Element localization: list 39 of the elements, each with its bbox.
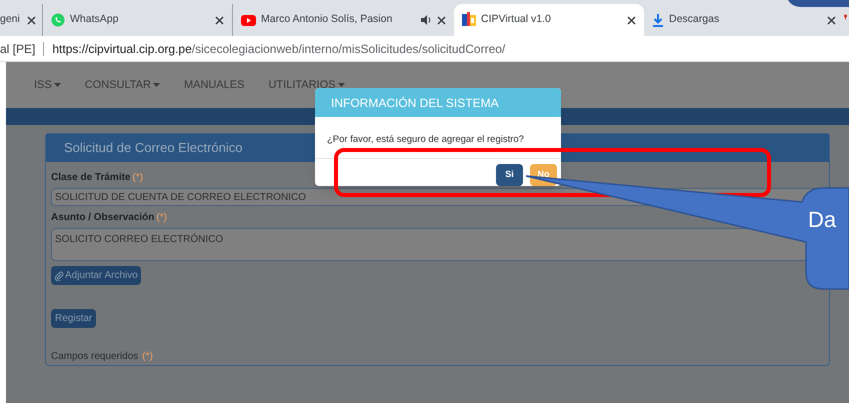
dialog-message: ¿Por favor, está seguro de agregar el registro? (327, 134, 524, 145)
register-button[interactable]: Registar (51, 309, 96, 328)
nav-menu-item[interactable]: CONSULTAR (84, 76, 160, 94)
paperclip-icon (54, 270, 64, 280)
close-icon[interactable] (215, 16, 224, 24)
close-icon[interactable] (627, 16, 636, 24)
url-text[interactable]: https://cipvirtual.cip.org.pe/sicecolegiacionweb/interno/misSolicitudes/solicitudCorreo/ (44, 40, 506, 58)
nav-menu-item[interactable]: UTILITARIOS (268, 76, 345, 94)
footer-note: Campos requeridos (51, 350, 138, 364)
nav-menu-item[interactable]: ISS (34, 76, 61, 94)
download-icon (652, 14, 664, 26)
pin-icon (844, 12, 847, 22)
tab-title: WhatsApp (70, 12, 120, 28)
dialog-title: INFORMACIÓN DEL SISTEMA (331, 94, 499, 112)
tab-title: Marco Antonio Solís, Pasion (261, 12, 394, 28)
tab-title: Descargas (669, 12, 720, 28)
browser-tab[interactable]: Descargas (644, 4, 844, 36)
tab-title: geni (0, 12, 21, 28)
logo-icon (462, 12, 476, 28)
callout-edge (788, 0, 849, 8)
close-icon[interactable] (827, 16, 836, 24)
close-icon[interactable] (27, 16, 36, 24)
required-mark: (*) (156, 211, 167, 225)
site-info-label[interactable]: al [PE] (0, 42, 44, 56)
nav-menu-item[interactable]: MANUALES (184, 76, 244, 94)
field-label: Clase de Trámite (51, 171, 130, 185)
tab-title: CIPVirtual v1.0 (481, 12, 552, 28)
required-mark: (*) (142, 350, 153, 364)
field-label: Asunto / Observación (51, 211, 154, 225)
close-icon[interactable] (437, 16, 446, 24)
speaker-icon[interactable] (421, 15, 432, 25)
browser-tab[interactable]: CIPVirtual v1.0 (454, 4, 644, 36)
confirm-button[interactable]: Si (496, 164, 523, 186)
attach-button[interactable]: Adjuntar Archivo (51, 266, 141, 285)
callout-text: Da (808, 209, 836, 231)
panel-title: Solicitud de Correo Electrónico (64, 139, 242, 158)
play-icon (241, 14, 256, 26)
browser-tab[interactable]: geni (0, 4, 42, 36)
required-mark: (*) (132, 171, 144, 185)
